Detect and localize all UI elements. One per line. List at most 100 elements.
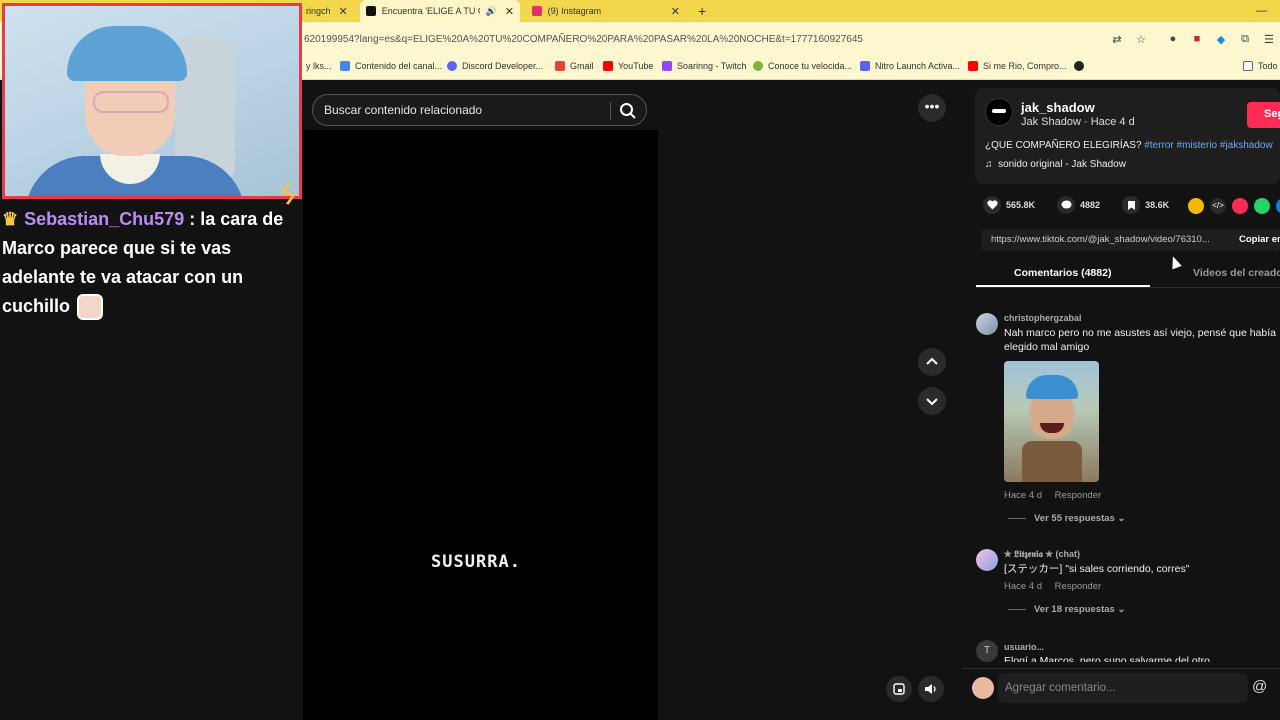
like-button[interactable]: 565.8K	[983, 196, 1035, 214]
active-tab-indicator	[976, 285, 1150, 287]
copy-link-button[interactable]: Copiar en	[1239, 234, 1280, 245]
search-input[interactable]: Buscar contenido relacionado	[324, 103, 482, 117]
heart-icon	[983, 196, 1001, 214]
miniplayer-button[interactable]	[886, 676, 912, 702]
avatar[interactable]	[976, 313, 998, 335]
bookmarks-folder[interactable]: Todo	[1243, 61, 1278, 71]
bookmark[interactable]: y lks...	[306, 61, 332, 71]
bookmark[interactable]	[1074, 61, 1089, 71]
bookmark[interactable]: YouTube	[603, 61, 653, 71]
translate-icon[interactable]: ⇄	[1110, 32, 1124, 46]
comment-composer: Agregar comentario... @	[962, 668, 1280, 720]
browser-tab-active[interactable]: Encuentra 'ELIGE A TU COM 🔊 ✕	[360, 0, 520, 22]
comment-count: 4882	[1080, 200, 1101, 210]
reply-button[interactable]: Responder	[1055, 581, 1101, 592]
avatar[interactable]: T	[976, 640, 998, 662]
hashtag-link[interactable]: #terror	[1144, 140, 1173, 151]
sound-link[interactable]: ♫ sonido original - Jak Shadow	[985, 159, 1126, 170]
search-divider	[610, 102, 611, 120]
video-player[interactable]: SUSURRA.	[303, 130, 658, 720]
new-tab-button[interactable]: +	[692, 0, 712, 22]
creator-avatar[interactable]	[985, 98, 1013, 126]
bookmark[interactable]: Nitro Launch Activa...	[860, 61, 960, 71]
url-input[interactable]: 620199954?lang=es&q=ELIGE%20A%20TU%20COM…	[304, 34, 863, 45]
volume-icon	[925, 684, 936, 694]
browser-tab[interactable]: ringch ✕	[300, 0, 354, 22]
bookmark[interactable]: Discord Developer...	[447, 61, 543, 71]
webcam-overlay	[2, 3, 302, 199]
video-caption-text: SUSURRA.	[431, 552, 521, 572]
search-icon[interactable]	[618, 101, 638, 121]
extension-icon[interactable]: ◆	[1214, 32, 1228, 46]
bookmark[interactable]: Conoce tu velocida...	[753, 61, 852, 71]
embed-icon[interactable]: </>	[1210, 198, 1226, 214]
tab-label: Encuentra 'ELIGE A TU COM	[381, 6, 480, 16]
miniplayer-icon	[893, 683, 905, 695]
comment-text: Nah marco pero no me asustes así viejo, …	[1004, 327, 1276, 353]
share-link[interactable]: https://www.tiktok.com/@jak_shadow/video…	[991, 234, 1227, 245]
follow-button[interactable]: Seg	[1247, 102, 1280, 128]
comment-username[interactable]: ✯ 𝕷𝖎𝖙𝖟𝖊𝖓𝖎𝖆 ✯ (chat)	[1004, 549, 1080, 560]
volume-button[interactable]	[918, 676, 944, 702]
close-icon[interactable]: ✕	[671, 5, 680, 18]
browser-tab[interactable]: (9) Instagram ✕	[526, 0, 686, 22]
globe-icon	[1074, 61, 1084, 71]
bookmark[interactable]: Contenido del canal...	[340, 61, 442, 71]
comment-username[interactable]: christophergzabal	[1004, 313, 1082, 323]
speaker-icon[interactable]: 🔊	[486, 6, 497, 17]
gmail-icon	[555, 61, 565, 71]
comment-input[interactable]: Agregar comentario...	[998, 673, 1248, 703]
whatsapp-icon[interactable]	[1254, 198, 1270, 214]
view-replies-button[interactable]: Ver 55 respuestas ⌄	[1008, 513, 1125, 524]
save-count: 38.6K	[1145, 200, 1170, 210]
chevron-up-icon	[926, 357, 938, 365]
hashtag-link[interactable]: #jakshadow	[1220, 140, 1273, 151]
chat-username: Sebastian_Chu579	[24, 209, 185, 229]
comment-text: [ステッカー] "si sales corriendo, corres"	[1004, 563, 1190, 575]
bookmark[interactable]: Soarinng - Twitch	[662, 61, 746, 71]
speedtest-icon	[753, 61, 763, 71]
extension-icon[interactable]: ●	[1166, 32, 1180, 46]
video-description: ¿QUE COMPAÑERO ELEGIRÍAS? #terror #miste…	[985, 140, 1273, 151]
engagement-stats: 565.8K 4882 38.6K	[983, 196, 1183, 214]
send-icon[interactable]	[1232, 198, 1248, 214]
discord-icon	[447, 61, 457, 71]
comment-item: T usuario... Elogí a Marcos, pero supo s…	[976, 640, 1280, 662]
related-search[interactable]: Buscar contenido relacionado	[312, 94, 647, 126]
minimize-icon[interactable]: —	[1250, 0, 1273, 22]
view-replies-button[interactable]: Ver 18 respuestas ⌄	[1008, 604, 1125, 615]
next-video-button[interactable]	[918, 387, 946, 415]
divider	[1008, 517, 1026, 519]
bookmark[interactable]: Gmail	[555, 61, 594, 71]
comment-button[interactable]: 4882	[1057, 196, 1100, 214]
panel-tabs: Comentarios (4882) Videos del creador	[976, 262, 1280, 288]
comment-meta: Hace 4 d Responder	[1004, 490, 1111, 501]
folder-icon	[1243, 61, 1253, 71]
mention-button[interactable]: @	[1252, 678, 1267, 695]
comment-placeholder: Agregar comentario...	[1005, 682, 1116, 694]
more-options-button[interactable]: •••	[918, 94, 946, 122]
bookmark[interactable]: Si me Rio, Compro...	[968, 61, 1067, 71]
comment-text: Elogí a Marcos, pero supo salvarme del o…	[1004, 655, 1211, 662]
bookmark-icon	[1122, 196, 1141, 214]
previous-video-button[interactable]	[918, 348, 946, 376]
extension-icon[interactable]: ■	[1190, 32, 1204, 46]
avatar[interactable]	[976, 549, 998, 571]
star-icon[interactable]: ☆	[1134, 32, 1148, 46]
tab-comments[interactable]: Comentarios (4882)	[1014, 267, 1111, 279]
tab-creator-videos[interactable]: Videos del creador	[1193, 267, 1280, 279]
chevron-down-icon: ⌄	[1117, 604, 1126, 615]
comment-sticker-image[interactable]	[1004, 361, 1099, 482]
youtube-icon	[968, 61, 978, 71]
menu-icon[interactable]: ☰	[1262, 32, 1276, 46]
close-icon[interactable]: ✕	[505, 5, 514, 18]
comment-username[interactable]: usuario...	[1004, 642, 1044, 652]
reply-button[interactable]: Responder	[1055, 490, 1101, 501]
puzzle-icon[interactable]: ⧉	[1238, 32, 1252, 46]
hashtag-link[interactable]: #misterio	[1177, 140, 1218, 151]
facebook-icon[interactable]	[1276, 198, 1280, 214]
save-button[interactable]: 38.6K	[1122, 196, 1169, 214]
repost-icon[interactable]	[1188, 198, 1204, 214]
creator-username[interactable]: jak_shadow	[1021, 100, 1095, 115]
close-icon[interactable]: ✕	[339, 5, 348, 18]
